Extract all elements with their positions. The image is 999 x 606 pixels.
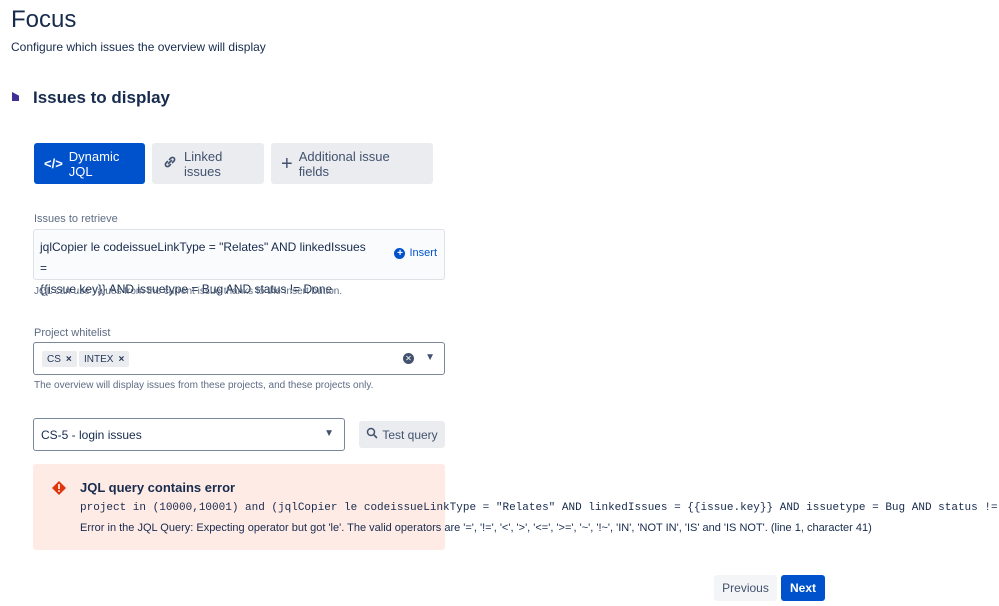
chip-label: INTEX [84,353,114,365]
project-whitelist-select[interactable]: CS × INTEX × ✕ ▼ [33,342,445,375]
project-chip: INTEX × [79,351,130,367]
test-query-label: Test query [382,427,438,442]
project-chip: CS × [42,351,77,367]
test-issue-select[interactable]: CS-5 - login issues ▼ [33,418,345,451]
chip-label: CS [47,353,61,365]
tab-additional-issue-fields[interactable]: + Additional issue fields [271,143,433,184]
jql-line-1: jqlCopier le codeissueLinkType = "Relate… [40,240,366,275]
section-marker-icon [12,92,19,101]
chevron-down-icon: ▼ [324,428,334,439]
plus-circle-icon: + [394,247,406,259]
tab-label: Dynamic JQL [68,148,120,179]
chevron-down-icon[interactable]: ▼ [425,352,435,363]
previous-button[interactable]: Previous [714,575,777,601]
next-button[interactable]: Next [781,575,825,601]
selected-issue: CS-5 - login issues [41,428,142,442]
tab-linked-issues[interactable]: Linked issues [152,143,264,184]
error-message: JQL query contains error project in (100… [33,464,999,550]
whitelist-label: Project whitelist [34,327,111,339]
jql-input[interactable]: jqlCopier le codeissueLinkType = "Relate… [33,229,445,296]
tab-label: Additional issue fields [298,148,390,179]
jql-helper-text: JQL can use values from the current issu… [34,286,343,297]
page-subtitle: Configure which issues the overview will… [11,40,266,54]
page-title: Focus [11,6,77,33]
tab-label: Linked issues [184,148,223,179]
link-icon [162,154,178,173]
insert-button[interactable]: + Insert [394,247,437,259]
error-title: JQL query contains error [80,480,236,495]
jql-field-label: Issues to retrieve [34,213,118,225]
tab-dynamic-jql[interactable]: </> Dynamic JQL [34,143,145,184]
clear-icon[interactable]: ✕ [403,353,414,364]
error-query: project in (10000,10001) and (jqlCopier … [80,502,999,514]
plus-icon: + [281,152,293,175]
search-icon [366,427,378,442]
remove-chip-icon[interactable]: × [66,354,72,365]
remove-chip-icon[interactable]: × [118,354,124,365]
error-detail: Error in the JQL Query: Expecting operat… [80,522,872,534]
error-icon [52,481,66,495]
insert-label: Insert [409,247,437,259]
code-icon: </> [44,156,63,171]
whitelist-helper-text: The overview will display issues from th… [34,380,374,391]
test-query-button[interactable]: Test query [359,421,445,448]
section-title: Issues to display [33,88,170,107]
